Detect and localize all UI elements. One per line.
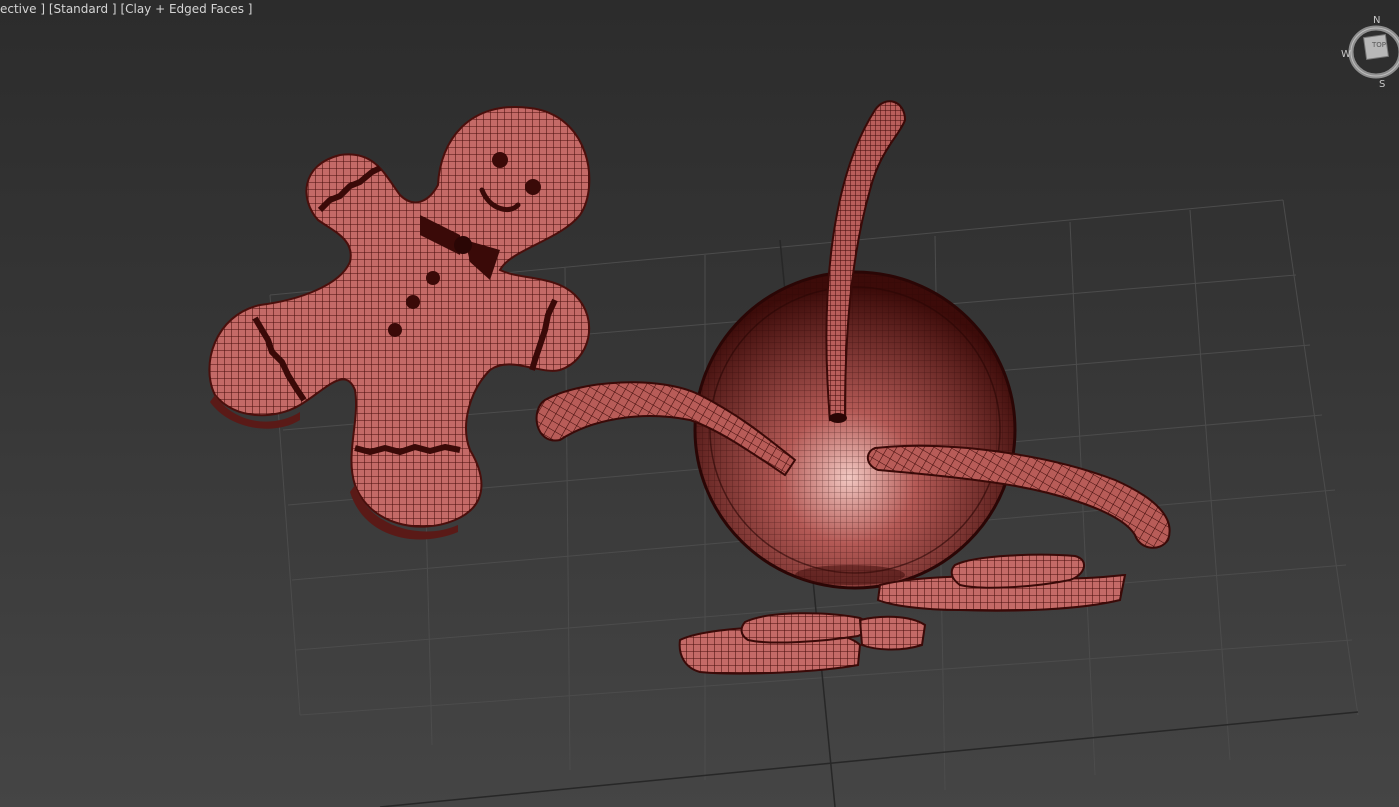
viewport-pov-label[interactable]: ective ] [0,2,45,16]
viewcube[interactable]: TOP N W S [1336,14,1399,94]
viewport-label: ective ] [Standard ] [Clay + Edged Faces… [0,2,252,18]
3d-viewport[interactable]: ective ] [Standard ] [Clay + Edged Faces… [0,0,1399,807]
viewport-scene[interactable] [0,0,1399,807]
compass-south-label: S [1379,79,1386,90]
viewcube-face-label: TOP [1372,41,1387,49]
compass-west-label: W [1341,49,1351,60]
compass-north-label: N [1373,15,1381,26]
gingerbread-man-mesh[interactable] [208,105,591,540]
viewport-display-mode-label[interactable]: [Clay + Edged Faces ] [120,2,252,16]
viewport-shading-label[interactable]: [Standard ] [49,2,117,16]
